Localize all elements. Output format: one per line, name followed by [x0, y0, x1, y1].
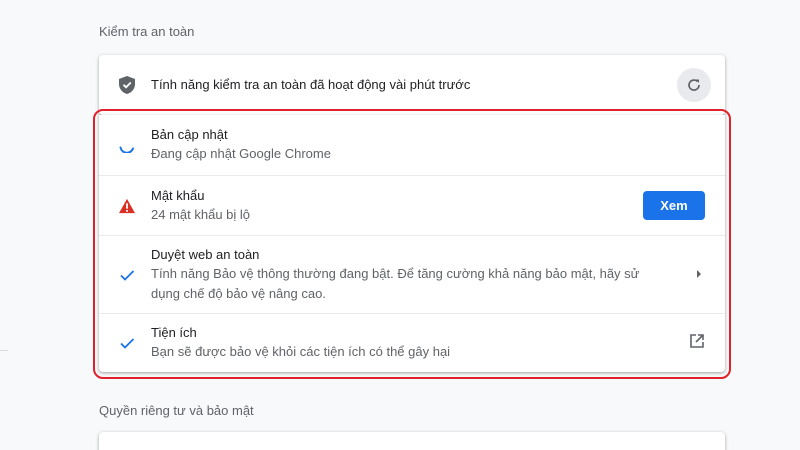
privacy-security-card: [99, 432, 725, 450]
privacy-security-title: Quyền riêng tư và bảo mật: [99, 403, 254, 418]
safety-check-status-text: Tính năng kiểm tra an toàn đã hoạt động …: [151, 77, 471, 92]
safety-check-status-card: Tính năng kiểm tra an toàn đã hoạt động …: [99, 55, 725, 115]
passwords-subtitle: 24 mật khẩu bị lộ: [151, 206, 251, 222]
safe-browsing-subtitle: Tính năng Bảo vệ thông thường đang bật. …: [151, 265, 640, 301]
passwords-title: Mật khẩu: [151, 187, 205, 203]
checkmark-icon: [119, 335, 135, 351]
warning-triangle-icon: [119, 198, 135, 214]
loading-spinner-icon: [119, 137, 135, 153]
safety-check-status-row: Tính năng kiểm tra an toàn đã hoạt động …: [99, 55, 725, 115]
divider: [0, 350, 8, 351]
safety-check-item-updates: Bản cập nhật Đang cập nhật Google Chrome: [99, 115, 725, 175]
view-passwords-button[interactable]: Xem: [643, 191, 705, 220]
rerun-safety-check-button[interactable]: [677, 68, 711, 102]
extensions-subtitle: Bạn sẽ được bảo vệ khỏi các tiện ích có …: [151, 344, 451, 359]
updates-title: Bản cập nhật: [151, 127, 228, 142]
refresh-icon: [688, 79, 700, 91]
safety-check-item-passwords: Mật khẩu 24 mật khẩu bị lộ Xem: [99, 175, 725, 235]
shield-icon: [119, 76, 135, 94]
checkmark-icon: [119, 267, 135, 283]
arrow-right-icon[interactable]: [695, 266, 703, 284]
safety-check-item-safe-browsing[interactable]: Duyệt web an toàn Tính năng Bảo vệ thông…: [99, 235, 725, 313]
safety-check-title: Kiểm tra an toàn: [99, 24, 195, 39]
safety-check-item-extensions: Tiện ích Bạn sẽ được bảo vệ khỏi các tiệ…: [99, 313, 725, 372]
safe-browsing-title: Duyệt web an toàn: [151, 246, 260, 262]
updates-subtitle: Đang cập nhật Google Chrome: [151, 146, 331, 161]
safety-check-results-card: Bản cập nhật Đang cập nhật Google Chrome…: [99, 115, 725, 372]
open-in-new-icon[interactable]: [689, 333, 705, 354]
extensions-title: Tiện ích: [151, 325, 197, 340]
